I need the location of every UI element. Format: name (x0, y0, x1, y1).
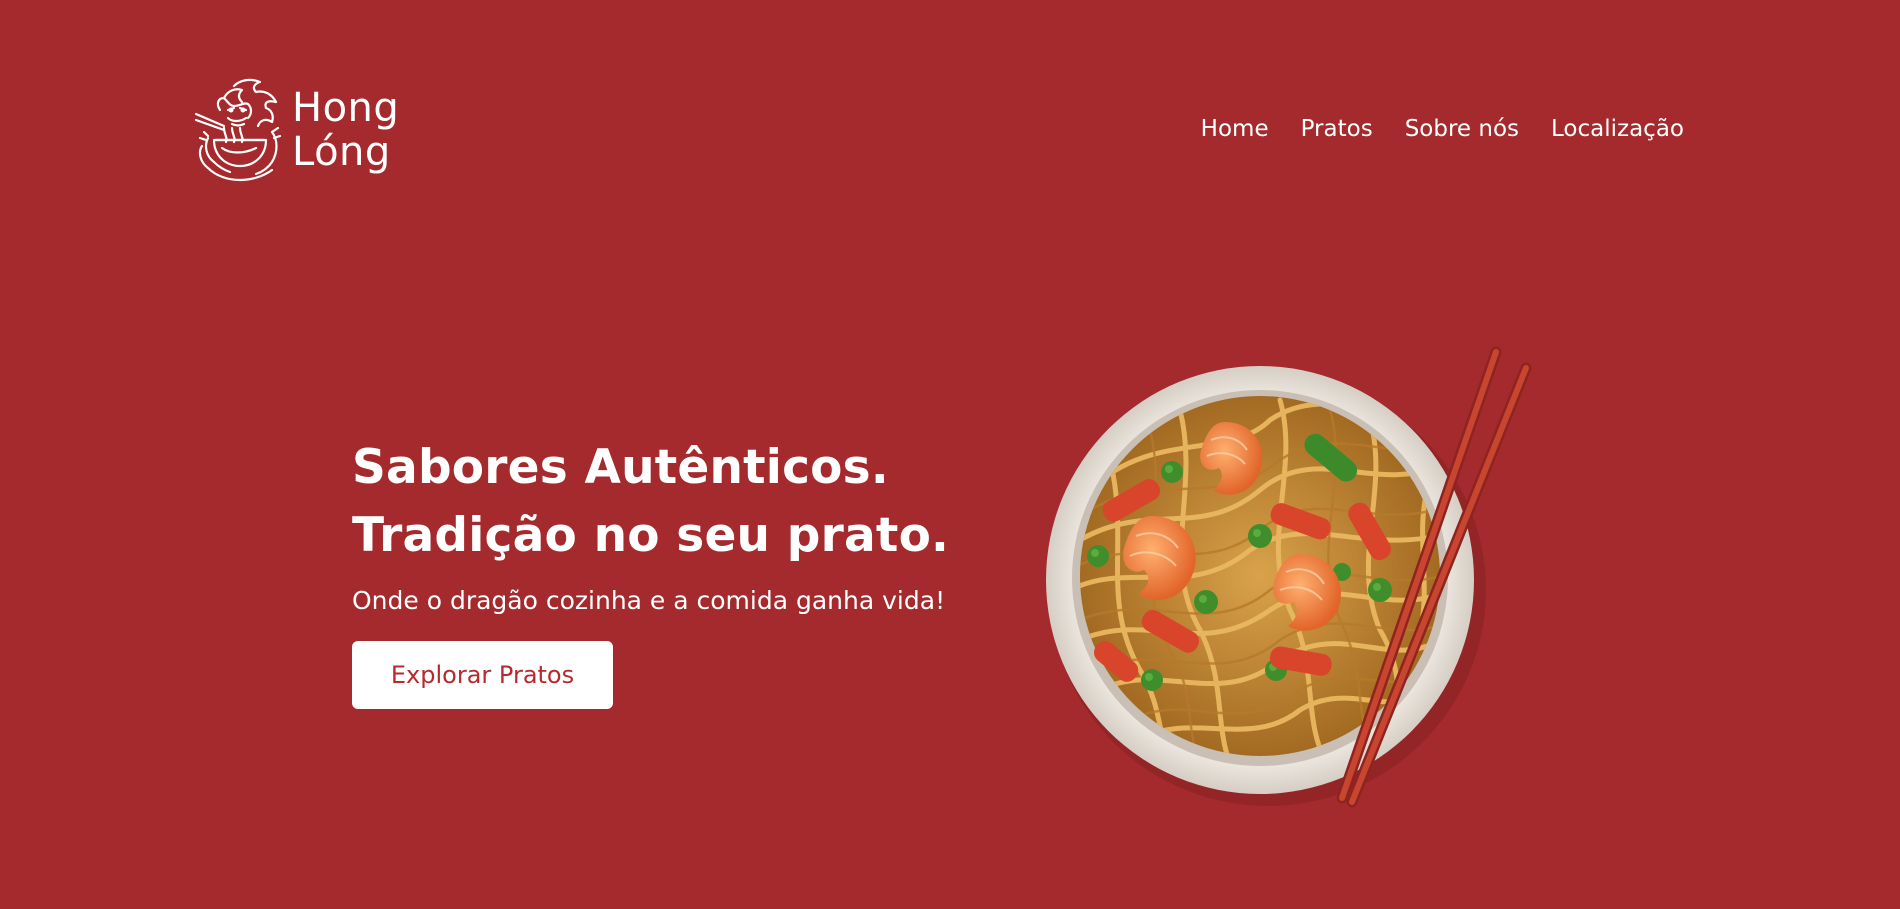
brand-logo[interactable]: Hong Lóng (194, 76, 399, 184)
brand-name-line2: Lóng (292, 129, 391, 175)
nav-pratos-link[interactable]: Pratos (1301, 116, 1373, 142)
nav-sobre-link[interactable]: Sobre nós (1405, 116, 1519, 142)
main-nav: Home Pratos Sobre nós Localização (1201, 116, 1684, 142)
explore-dishes-button[interactable]: Explorar Pratos (352, 641, 613, 709)
brand-name: Hong Lóng (292, 86, 399, 174)
dragon-logo-icon (194, 78, 282, 182)
nav-localizacao-link[interactable]: Localização (1551, 116, 1684, 142)
landing-page: Hong Lóng Home Pratos Sobre nós Localiza… (0, 0, 1900, 909)
noodle-bowl-image (1046, 346, 1532, 808)
hero-title-line2: Tradição no seu prato. (352, 508, 950, 563)
nav-home-link[interactable]: Home (1201, 116, 1269, 142)
hero-title-line1: Sabores Autênticos. (352, 440, 889, 495)
hero-section: Sabores Autênticos. Tradição no seu prat… (352, 434, 949, 709)
hero-title: Sabores Autênticos. Tradição no seu prat… (352, 434, 949, 570)
brand-name-line1: Hong (292, 85, 400, 131)
hero-subtitle: Onde o dragão cozinha e a comida ganha v… (352, 586, 946, 615)
